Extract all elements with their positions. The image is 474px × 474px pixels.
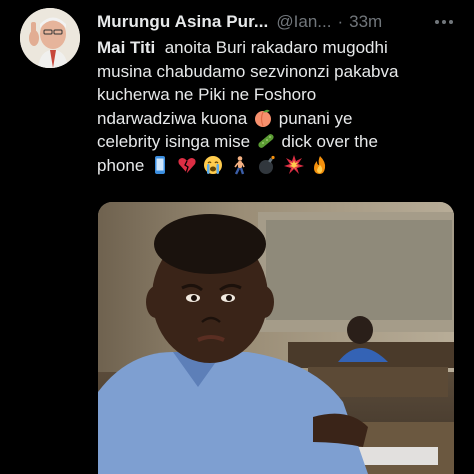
author-avatar[interactable] [20, 8, 80, 68]
more-options-button[interactable] [432, 12, 456, 32]
tweet-line-5a: celebrity isinga mise [97, 132, 251, 151]
tweet-media-photo[interactable] [98, 202, 454, 474]
tweet-line-1-text: anoita Buri rakadaro mugodhi [164, 38, 388, 57]
tweet-line-2: musina chabudamo sezvinonzi pakabva [97, 61, 399, 81]
tweet-line-1: Mai Titi anoita Buri rakadaro mugodhi [97, 36, 467, 60]
tweet-header: Murungu Asina Pur... @Ian... · 33m [97, 10, 462, 34]
mobile-phone-icon [150, 155, 170, 175]
tweet-line-4: ndarwadziwa kuona punani ye [97, 107, 467, 131]
photo-boy-in-classroom-icon [98, 202, 454, 474]
header-separator: · [337, 12, 344, 31]
cucumber-icon [256, 131, 276, 151]
tweet-text: Mai Titi anoita Buri rakadaro mugodhi mu… [97, 36, 467, 177]
tweet-line-5b: dick over the [281, 132, 378, 151]
avatar-photo-icon [20, 8, 80, 68]
mention-name: Mai Titi [97, 38, 156, 57]
tweet-line-6-text: phone [97, 155, 145, 175]
loudly-crying-face-icon [203, 155, 223, 175]
author-handle[interactable]: @Ian... [276, 12, 331, 32]
tweet-line-6: phone [97, 154, 467, 178]
person-walking-icon [230, 155, 250, 175]
tweet[interactable]: Murungu Asina Pur... @Ian... · 33m Mai T… [0, 0, 474, 474]
tweet-line-4b: punani ye [278, 108, 353, 128]
peach-icon [253, 108, 273, 128]
more-dots-icon [435, 20, 453, 24]
collision-icon [283, 154, 304, 175]
bomb-icon [257, 155, 277, 175]
tweet-line-5: celebrity isinga mise dick over the [97, 130, 467, 154]
fire-icon [310, 155, 330, 175]
tweet-line-3: kucherwa ne Piki ne Foshoro [97, 85, 317, 104]
tweet-time[interactable]: 33m [349, 12, 382, 32]
broken-heart-icon [177, 155, 197, 175]
author-display-name[interactable]: Murungu Asina Pur... [97, 12, 268, 32]
tweet-line-4a: ndarwadziwa kuona [97, 108, 248, 128]
